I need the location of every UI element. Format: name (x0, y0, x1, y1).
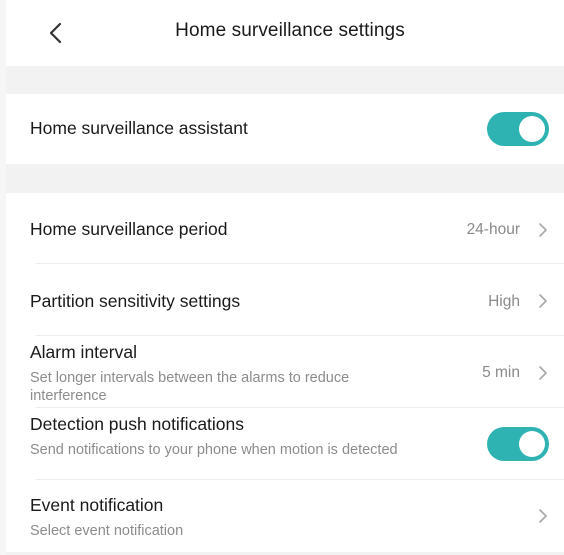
toggle-knob (519, 116, 545, 142)
period-row[interactable]: Home surveillance period 24-hour (6, 193, 564, 264)
alarm-interval-row[interactable]: Alarm interval Set longer intervals betw… (6, 336, 564, 408)
push-notifications-toggle[interactable] (487, 427, 549, 461)
sensitivity-row[interactable]: Partition sensitivity settings High (6, 264, 564, 336)
alarm-interval-value: 5 min (482, 364, 520, 381)
event-notification-description: Select event notification (30, 523, 184, 539)
chevron-right-icon (539, 294, 547, 308)
page-title: Home surveillance settings (175, 20, 405, 41)
chevron-right-icon (539, 223, 547, 237)
alarm-interval-label: Alarm interval (30, 342, 137, 362)
push-notifications-description: Send notifications to your phone when mo… (30, 442, 398, 458)
push-notifications-row: Detection push notifications Send notifi… (6, 408, 564, 480)
event-notification-label: Event notification (30, 495, 164, 515)
assistant-label: Home surveillance assistant (30, 118, 248, 138)
sensitivity-label: Partition sensitivity settings (30, 291, 241, 311)
chevron-right-icon (539, 366, 547, 380)
period-label: Home surveillance period (30, 219, 228, 239)
assistant-toggle[interactable] (487, 112, 549, 146)
event-notification-row[interactable]: Event notification Select event notifica… (6, 480, 564, 552)
chevron-right-icon (539, 509, 547, 523)
toggle-knob (519, 431, 545, 457)
alarm-interval-description: Set longer intervals between the alarms … (30, 370, 350, 404)
assistant-row: Home surveillance assistant (6, 94, 564, 164)
period-value: 24-hour (466, 221, 520, 238)
header-bar: Home surveillance settings (6, 0, 564, 66)
sensitivity-value: High (488, 293, 520, 310)
push-notifications-label: Detection push notifications (30, 414, 245, 434)
settings-screen: Home surveillance settings Home surveill… (0, 0, 564, 555)
